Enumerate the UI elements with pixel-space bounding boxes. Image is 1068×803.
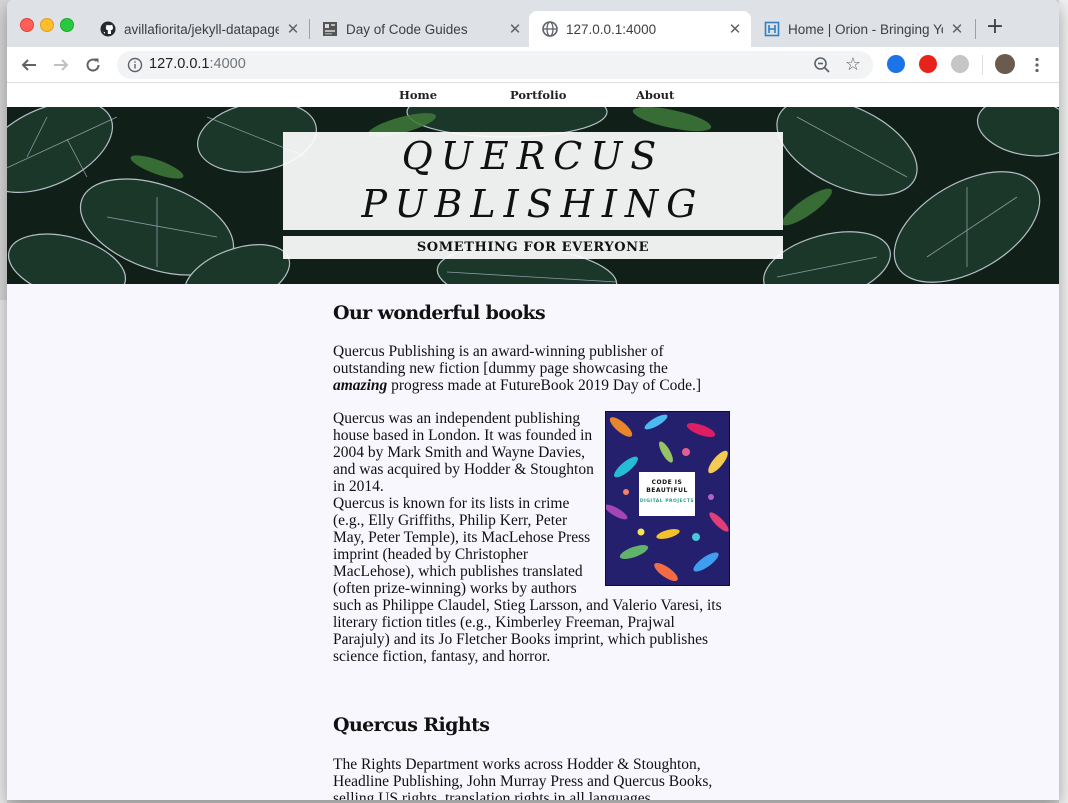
intro-paragraph: Quercus Publishing is an award-winning p…	[333, 343, 723, 394]
tab-orion[interactable]: Home | Orion - Bringing You ✕	[751, 11, 973, 47]
nav-home[interactable]: Home	[399, 88, 437, 102]
back-button[interactable]	[17, 53, 41, 77]
book-cover-image: CODE IS BEAUTIFUL DIGITAL PROJECTS	[605, 411, 730, 586]
tab-day-of-code[interactable]: Day of Code Guides ✕	[309, 11, 531, 47]
toolbar-divider	[982, 55, 983, 75]
book-title-label: CODE IS BEAUTIFUL DIGITAL PROJECTS	[639, 472, 695, 516]
new-tab-button[interactable]: +	[983, 15, 1007, 39]
extension-gray-icon[interactable]	[951, 55, 969, 73]
close-icon[interactable]: ✕	[285, 21, 301, 37]
tab-strip: avillafiorita/jekyll-datapage_ ✕ Day of …	[7, 0, 1059, 47]
menu-button[interactable]	[1025, 53, 1049, 77]
minimize-window-button[interactable]	[40, 18, 54, 32]
hero-banner: QUERCUS PUBLISHING SOMETHING FOR EVERYON…	[7, 107, 1059, 284]
url-text[interactable]: 127.0.0.1:4000	[149, 56, 246, 72]
intro-text-end: progress made at FutureBook 2019 Day of …	[387, 377, 702, 394]
close-icon[interactable]: ✕	[949, 21, 965, 37]
tab-title: Day of Code Guides	[346, 21, 468, 37]
star-icon[interactable]: ☆	[845, 54, 861, 75]
tab-github[interactable]: avillafiorita/jekyll-datapage_ ✕	[87, 11, 309, 47]
tab-title: avillafiorita/jekyll-datapage_	[124, 21, 279, 37]
book-subtitle: DIGITAL PROJECTS	[639, 499, 695, 504]
forward-button[interactable]	[49, 53, 73, 77]
rights-paragraph: The Rights Department works across Hodde…	[333, 756, 713, 800]
extension-stop-icon[interactable]	[919, 55, 937, 73]
github-icon	[100, 21, 116, 37]
reload-button[interactable]	[81, 53, 105, 77]
close-icon[interactable]: ✕	[507, 21, 523, 37]
address-bar[interactable]: 127.0.0.1:4000 ☆	[117, 51, 873, 79]
orion-icon	[764, 21, 780, 37]
globe-icon	[542, 21, 558, 37]
site-title-line-1: QUERCUS	[401, 134, 665, 178]
arrow-left-icon	[21, 59, 36, 71]
close-icon[interactable]: ✕	[727, 21, 743, 37]
site-title-box: QUERCUS PUBLISHING	[283, 132, 783, 230]
about-section: CODE IS BEAUTIFUL DIGITAL PROJECTS Querc…	[333, 410, 730, 665]
site-tagline: SOMETHING FOR EVERYONE	[283, 236, 783, 259]
background-window-edge	[1059, 0, 1068, 803]
avatar[interactable]	[995, 54, 1015, 74]
close-window-button[interactable]	[20, 18, 34, 32]
emphasis-text: amazing	[333, 377, 388, 394]
url-port: :4000	[209, 56, 246, 72]
doc-icon	[322, 21, 338, 37]
kebab-menu-icon	[1035, 57, 1039, 73]
tab-title: 127.0.0.1:4000	[566, 21, 657, 37]
arrow-right-icon	[54, 59, 69, 71]
zoom-window-button[interactable]	[60, 18, 74, 32]
reload-icon	[86, 58, 100, 72]
site-title-line-2: PUBLISHING	[361, 182, 705, 226]
nav-about[interactable]: About	[636, 88, 674, 102]
site-nav: Home Portfolio About	[7, 83, 1059, 107]
tab-separator	[975, 19, 976, 39]
tab-localhost[interactable]: 127.0.0.1:4000 ✕	[529, 11, 751, 47]
browser-window: avillafiorita/jekyll-datapage_ ✕ Day of …	[7, 0, 1059, 800]
desktop-background	[0, 300, 7, 803]
zoom-out-icon[interactable]	[813, 56, 831, 74]
browser-toolbar: 127.0.0.1:4000 ☆	[7, 47, 1059, 83]
intro-text: Quercus Publishing is an award-winning p…	[333, 343, 668, 377]
nav-portfolio[interactable]: Portfolio	[510, 88, 566, 102]
info-icon[interactable]	[127, 57, 143, 73]
section-heading-books: Our wonderful books	[333, 302, 546, 324]
book-title: CODE IS BEAUTIFUL	[646, 479, 688, 494]
web-page: Home Portfolio About QUERCUS PUBLISHING …	[7, 83, 1059, 800]
section-heading-rights: Quercus Rights	[333, 714, 490, 736]
extension-blue-icon[interactable]	[887, 55, 905, 73]
url-host: 127.0.0.1	[149, 56, 210, 72]
tab-title: Home | Orion - Bringing You	[788, 21, 943, 37]
